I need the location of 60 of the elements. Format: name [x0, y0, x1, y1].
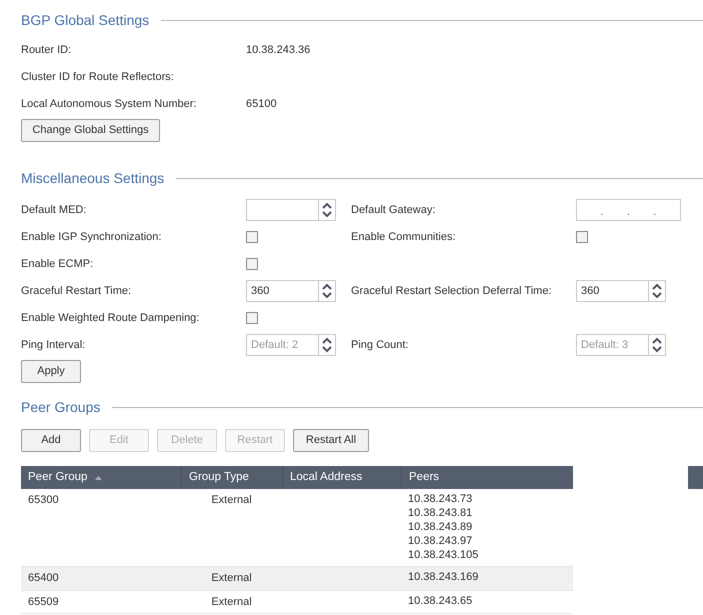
- spin-buttons[interactable]: [318, 280, 336, 302]
- table-row[interactable]: 65509 External 10.38.243.65: [21, 590, 573, 614]
- table-cell-text: 10.38.243.97: [408, 534, 474, 548]
- table-cell: 65300: [28, 494, 59, 506]
- column-header[interactable]: Local Address: [290, 468, 362, 486]
- spin-field[interactable]: 360: [576, 280, 648, 302]
- button[interactable]: Apply: [21, 360, 81, 383]
- table-cell: External: [211, 572, 252, 584]
- table-cell: 65509: [28, 596, 59, 608]
- field-label: Default Gateway:: [351, 202, 436, 218]
- table-cell: External: [211, 494, 252, 506]
- field-label: Ping Count:: [351, 338, 410, 353]
- octet-separator: .: [626, 204, 630, 220]
- checkbox[interactable]: [246, 312, 258, 324]
- field-label: Ping Interval:: [21, 338, 86, 353]
- section-title: Miscellaneous Settings: [21, 169, 164, 188]
- field-label: Local Autonomous System Number:: [21, 96, 198, 112]
- checkbox[interactable]: [246, 258, 258, 270]
- octet-separator: .: [653, 204, 656, 220]
- octet-separator: .: [600, 204, 604, 220]
- field-label: Enable ECMP:: [21, 256, 94, 272]
- field-label: Default MED:: [21, 202, 88, 218]
- field-label: Router ID:: [21, 42, 72, 58]
- table-cell: External: [211, 596, 252, 608]
- field-value: 10.38.243.36: [246, 42, 310, 58]
- spin-field[interactable]: Default: 3: [576, 334, 648, 356]
- table-cell: 65400: [28, 572, 59, 584]
- field-label: Cluster ID for Route Reflectors:: [21, 70, 175, 85]
- table-header: [688, 466, 703, 489]
- spin-field[interactable]: 360: [246, 280, 318, 302]
- column-header[interactable]: Group Type: [189, 468, 249, 486]
- field-value: 65100: [246, 96, 277, 112]
- field-label: Enable Communities:: [351, 230, 457, 245]
- checkbox[interactable]: [246, 231, 258, 243]
- spin-buttons[interactable]: [648, 280, 666, 302]
- column-header[interactable]: Peer Group: [28, 468, 88, 486]
- spin-buttons[interactable]: [318, 199, 336, 221]
- section-title: BGP Global Settings: [21, 11, 150, 30]
- ip-address-field[interactable]: . . .: [576, 199, 681, 221]
- table-cell-text: 10.38.243.169: [408, 570, 480, 584]
- column-header[interactable]: Peers: [409, 468, 440, 486]
- section-title: Peer Groups: [21, 398, 100, 417]
- field-label: Enable IGP Synchronization:: [21, 230, 162, 245]
- field-label: Graceful Restart Time:: [21, 284, 132, 299]
- spin-buttons[interactable]: [648, 334, 666, 356]
- table-cell-text: 10.38.243.89: [408, 520, 474, 534]
- button[interactable]: Restart All: [293, 429, 369, 452]
- table-row[interactable]: 65400 External 10.38.243.169: [21, 567, 573, 590]
- spin-field[interactable]: Default: 2: [246, 334, 318, 356]
- table-cell-text: 10.38.243.105: [408, 548, 480, 562]
- field-label: Graceful Restart Selection Deferral Time:: [351, 284, 553, 299]
- checkbox[interactable]: [576, 231, 588, 243]
- table-cell-text: 10.38.243.73: [408, 492, 474, 506]
- button[interactable]: Add: [21, 429, 81, 452]
- table-cell-text: 10.38.243.81: [408, 506, 474, 520]
- table-cell-text: 10.38.243.65: [408, 594, 474, 608]
- button[interactable]: Change Global Settings: [21, 119, 160, 142]
- spin-field[interactable]: [246, 199, 318, 221]
- spin-buttons[interactable]: [318, 334, 336, 356]
- field-label: Enable Weighted Route Dampening:: [21, 310, 200, 326]
